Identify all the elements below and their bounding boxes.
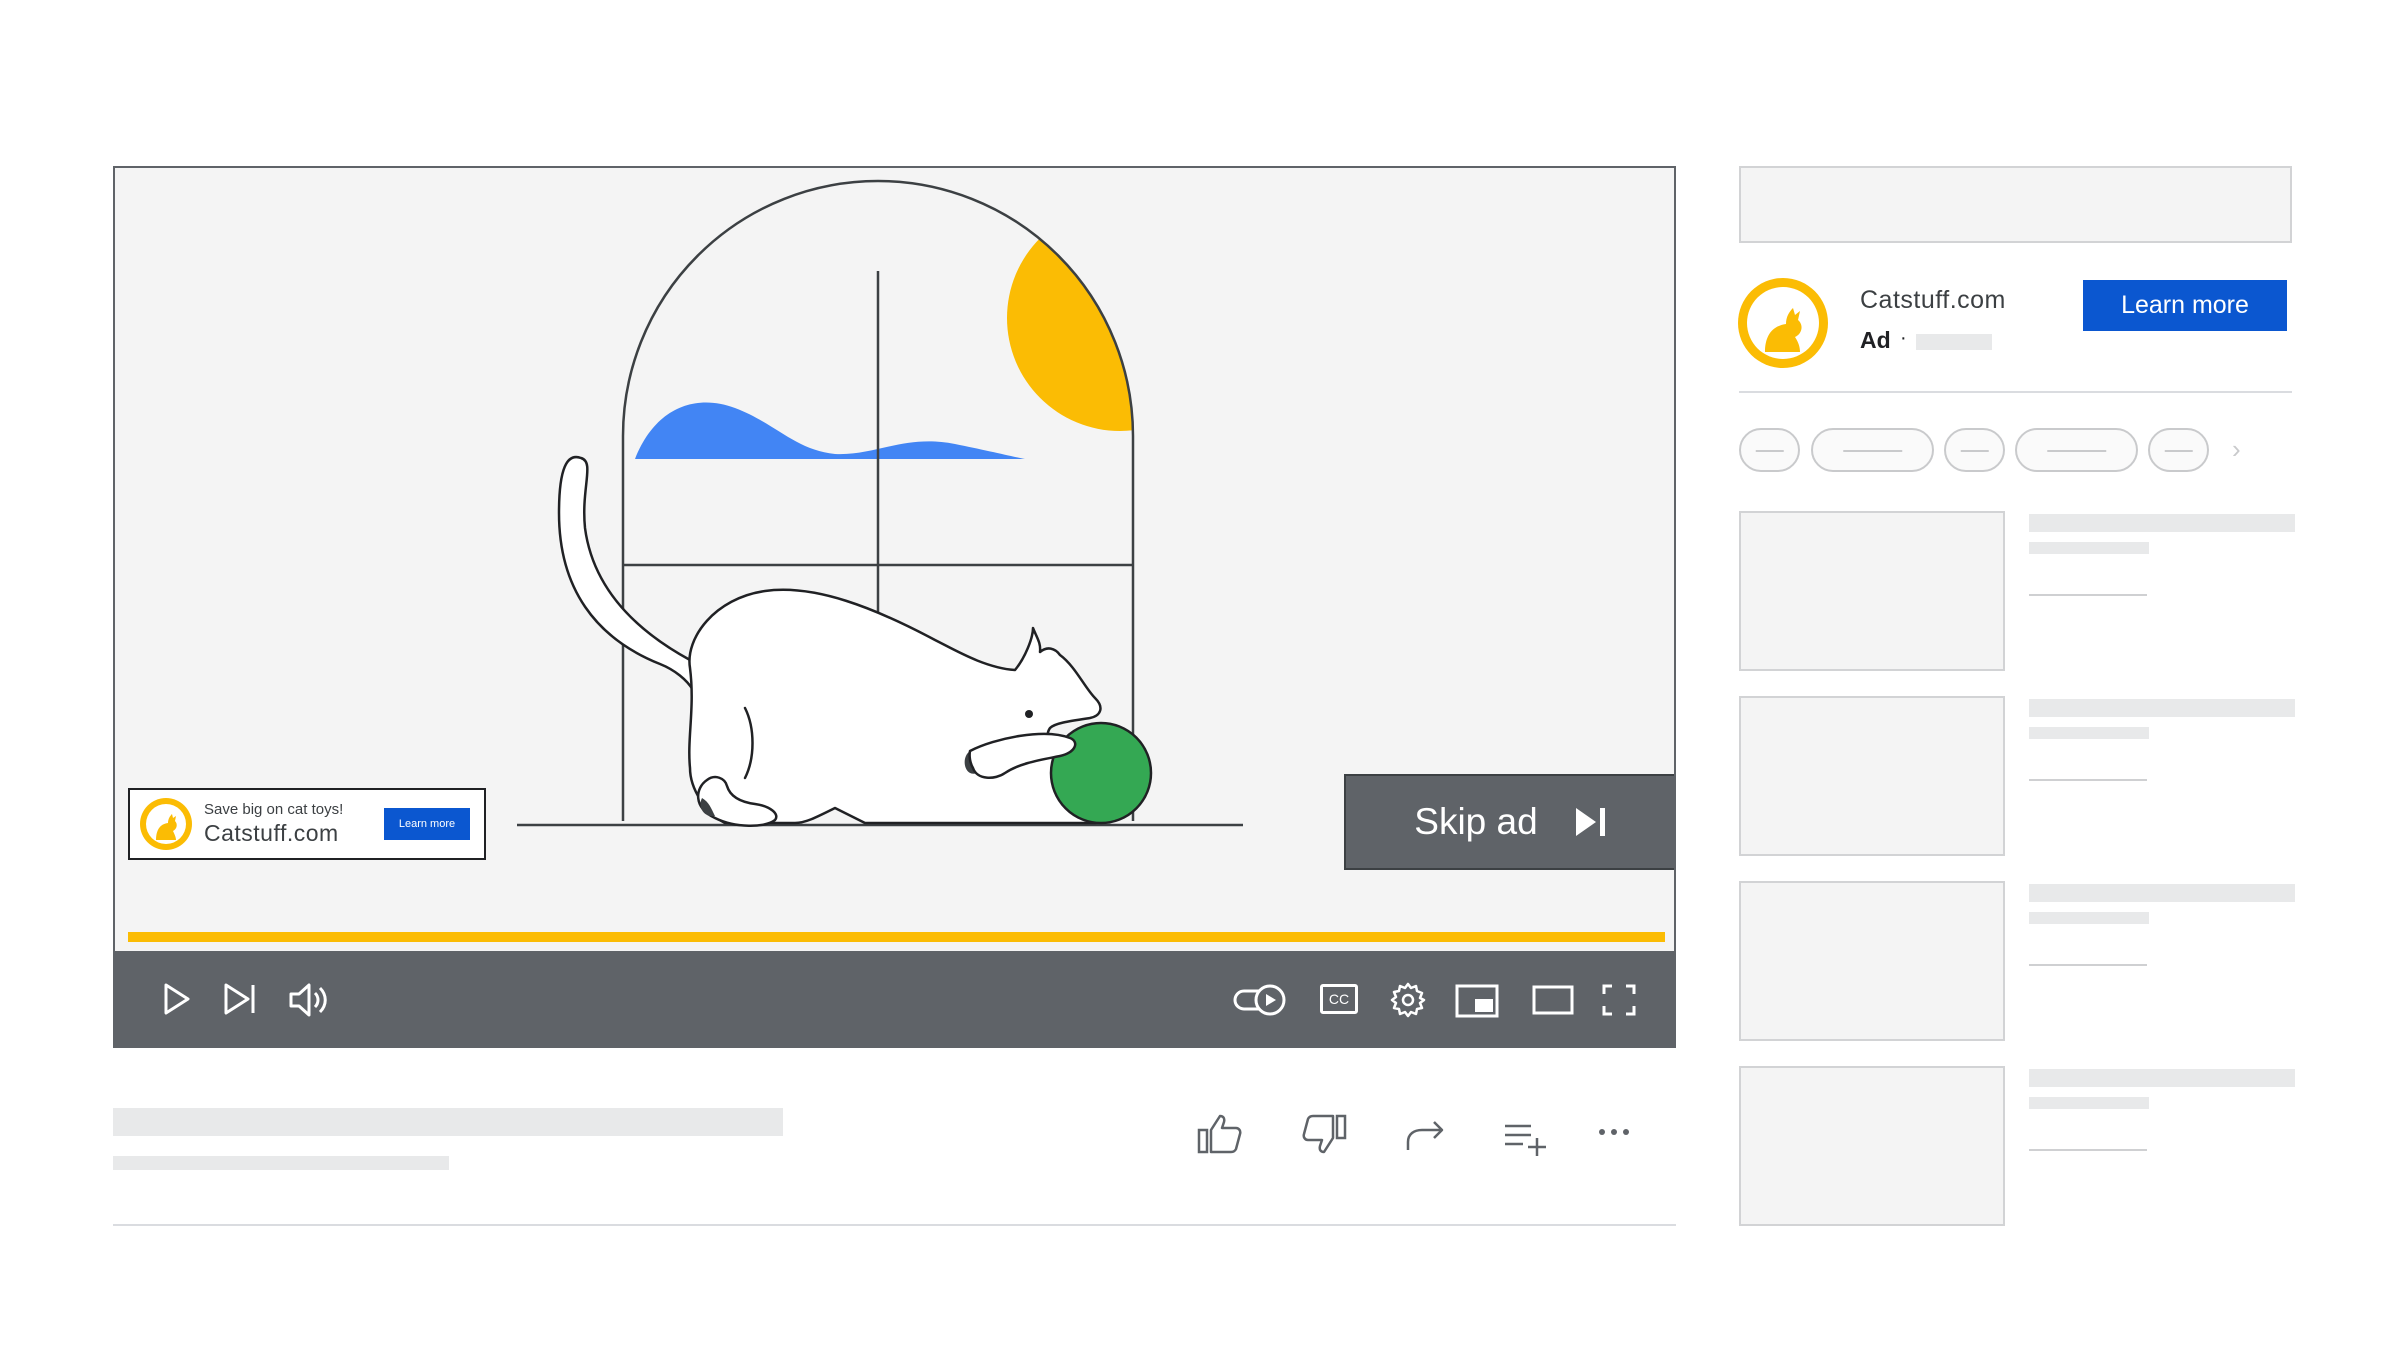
overlay-ad-text: Save big on cat toys! Catstuff.com bbox=[204, 801, 384, 847]
content-divider bbox=[113, 1224, 1676, 1226]
overlay-ad-banner[interactable]: Save big on cat toys! Catstuff.com Learn… bbox=[128, 788, 486, 860]
ad-label-separator: · bbox=[1900, 327, 1907, 349]
like-icon[interactable] bbox=[1196, 1112, 1244, 1156]
miniplayer-icon[interactable] bbox=[1455, 984, 1499, 1018]
dislike-icon[interactable] bbox=[1300, 1112, 1348, 1156]
chips-next-icon[interactable]: › bbox=[2232, 434, 2241, 465]
watch-page: Save big on cat toys! Catstuff.com Learn… bbox=[0, 0, 2400, 1350]
share-icon[interactable] bbox=[1404, 1118, 1448, 1154]
filter-chip[interactable] bbox=[2148, 428, 2209, 472]
play-icon[interactable] bbox=[160, 981, 194, 1017]
recommended-thumbnail[interactable] bbox=[1739, 511, 2005, 671]
recommended-title-placeholder[interactable] bbox=[2029, 884, 2295, 902]
video-subtitle-placeholder bbox=[113, 1156, 449, 1170]
recommended-title-placeholder[interactable] bbox=[2029, 514, 2295, 532]
sidebar-learn-more-button[interactable]: Learn more bbox=[2083, 280, 2287, 331]
recommended-thumbnail[interactable] bbox=[1739, 696, 2005, 856]
volume-icon[interactable] bbox=[287, 981, 331, 1019]
ad-label: Ad bbox=[1860, 327, 1891, 353]
autoplay-toggle-icon[interactable] bbox=[1232, 983, 1290, 1017]
recommended-thumbnail[interactable] bbox=[1739, 1066, 2005, 1226]
player-controls-bar: CC bbox=[115, 951, 1674, 1046]
skip-ad-button[interactable]: Skip ad bbox=[1344, 774, 1674, 870]
recommended-channel-placeholder bbox=[2029, 912, 2149, 924]
more-icon[interactable] bbox=[1598, 1126, 1630, 1138]
filter-chip[interactable] bbox=[1739, 428, 1800, 472]
overlay-ad-domain: Catstuff.com bbox=[204, 820, 339, 846]
skip-next-icon bbox=[1575, 808, 1605, 836]
filter-chip[interactable] bbox=[1944, 428, 2005, 472]
captions-label: CC bbox=[1328, 991, 1350, 1007]
ad-progress-bar[interactable] bbox=[128, 932, 1665, 942]
recommended-meta-placeholder bbox=[2029, 594, 2147, 596]
recommended-channel-placeholder bbox=[2029, 542, 2149, 554]
recommended-title-placeholder[interactable] bbox=[2029, 1069, 2295, 1087]
recommended-meta-placeholder bbox=[2029, 964, 2147, 966]
video-title-placeholder bbox=[113, 1108, 783, 1136]
recommended-meta-placeholder bbox=[2029, 1149, 2147, 1151]
recommended-title-placeholder[interactable] bbox=[2029, 699, 2295, 717]
recommended-channel-placeholder bbox=[2029, 1097, 2149, 1109]
ad-info-placeholder bbox=[1916, 334, 1992, 350]
captions-icon[interactable]: CC bbox=[1320, 984, 1358, 1014]
sidebar-divider bbox=[1739, 391, 2292, 393]
sidebar-top-placeholder bbox=[1739, 166, 2292, 243]
next-icon[interactable] bbox=[220, 981, 260, 1017]
filter-chip[interactable] bbox=[1811, 428, 1934, 472]
filter-chip[interactable] bbox=[2015, 428, 2138, 472]
overlay-ad-learn-more-button[interactable]: Learn more bbox=[384, 808, 470, 840]
recommended-thumbnail[interactable] bbox=[1739, 881, 2005, 1041]
fullscreen-icon[interactable] bbox=[1601, 983, 1637, 1017]
video-player[interactable]: Save big on cat toys! Catstuff.com Learn… bbox=[113, 166, 1676, 1048]
catstuff-logo-icon bbox=[140, 798, 192, 850]
save-to-playlist-icon[interactable] bbox=[1503, 1122, 1547, 1158]
recommended-meta-placeholder bbox=[2029, 779, 2147, 781]
recommended-channel-placeholder bbox=[2029, 727, 2149, 739]
skip-ad-label: Skip ad bbox=[1414, 801, 1538, 842]
overlay-ad-tagline: Save big on cat toys! bbox=[204, 801, 344, 818]
sidebar-ad-domain[interactable]: Catstuff.com bbox=[1860, 286, 2006, 315]
settings-icon[interactable] bbox=[1389, 981, 1427, 1019]
theater-icon[interactable] bbox=[1532, 985, 1574, 1015]
catstuff-logo-icon[interactable] bbox=[1736, 276, 1830, 370]
